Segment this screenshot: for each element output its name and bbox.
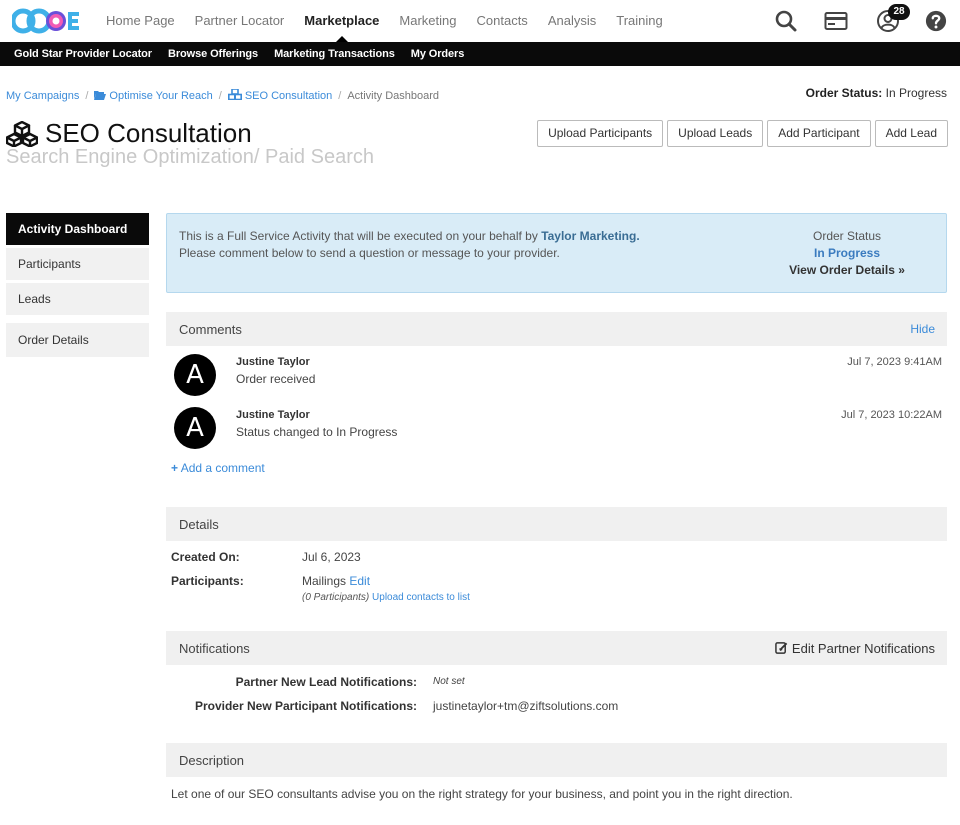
participants-count-row: (0 Participants) Upload contacts to list	[302, 592, 470, 603]
created-on-value: Jul 6, 2023	[302, 550, 361, 564]
main-nav: Home Page Partner Locator Marketplace Ma…	[96, 0, 673, 42]
service-info-text: This is a Full Service Activity that wil…	[179, 228, 640, 262]
breadcrumb-my-campaigns[interactable]: My Campaigns	[6, 90, 79, 102]
breadcrumb-optimise-your-reach[interactable]: Optimise Your Reach	[94, 89, 213, 102]
info-status-value: In Progress	[813, 246, 881, 260]
cubes-icon	[6, 121, 38, 147]
subnav-marketing-transactions[interactable]: Marketing Transactions	[274, 48, 395, 60]
avatar: A	[174, 354, 216, 396]
breadcrumb-separator: /	[85, 89, 89, 102]
add-lead-button[interactable]: Add Lead	[874, 120, 948, 147]
comment-date: Jul 7, 2023 10:22AM	[841, 409, 942, 421]
page-title: SEO Consultation	[45, 118, 252, 148]
breadcrumb-separator: /	[218, 89, 222, 102]
comment-item: A Justine Taylor Status changed to In Pr…	[166, 399, 947, 452]
side-menu: Activity Dashboard Participants Leads Or…	[6, 213, 149, 360]
comment-message: Status changed to In Progress	[236, 425, 398, 439]
upload-participants-button[interactable]: Upload Participants	[537, 120, 664, 147]
notifications-title: Notifications	[179, 641, 250, 656]
breadcrumb-activity-dashboard: Activity Dashboard	[347, 89, 440, 102]
nav-marketing[interactable]: Marketing	[399, 0, 456, 42]
view-order-details-link[interactable]: View Order Details »	[752, 262, 942, 279]
sub-navigation-bar: Gold Star Provider Locator Browse Offeri…	[0, 42, 960, 66]
info-order-status: Order Status In Progress View Order Deta…	[752, 228, 942, 279]
details-header: Details	[166, 507, 947, 541]
provider-participant-notifications-value: justinetaylor+tm@ziftsolutions.com	[433, 699, 619, 713]
edit-icon	[775, 642, 788, 654]
avatar: A	[174, 407, 216, 449]
sidemenu-participants[interactable]: Participants	[6, 248, 149, 280]
edit-participants-link[interactable]: Edit	[349, 574, 370, 588]
double-chevron-right-icon: »	[898, 263, 905, 277]
order-status-value: In Progress	[885, 86, 947, 100]
breadcrumb-separator: /	[338, 89, 342, 102]
description-title: Description	[179, 753, 245, 768]
provider-participant-notifications-label: Provider New Participant Notifications:	[194, 699, 417, 713]
participants-label: Participants:	[171, 574, 244, 588]
service-info-box: This is a Full Service Activity that wil…	[166, 213, 947, 293]
nav-analysis[interactable]: Analysis	[548, 0, 596, 42]
info-line-prefix: This is a Full Service Activity that wil…	[179, 229, 538, 243]
info-status-label: Order Status	[812, 229, 882, 243]
search-icon[interactable]	[774, 9, 798, 33]
edit-partner-notifications-label: Edit Partner Notifications	[791, 641, 935, 656]
comment-date: Jul 7, 2023 9:41AM	[847, 356, 942, 368]
add-comment-link[interactable]: + Add a comment	[171, 461, 265, 475]
comment-author: Justine Taylor	[236, 356, 310, 368]
participants-list-name: Mailings	[302, 574, 347, 588]
nav-training[interactable]: Training	[616, 0, 662, 42]
action-buttons: Upload Participants Upload Leads Add Par…	[533, 120, 948, 147]
nav-home-page[interactable]: Home Page	[106, 0, 175, 42]
comment-message: Order received	[236, 372, 316, 386]
folder-open-icon	[94, 90, 107, 100]
nav-contacts[interactable]: Contacts	[477, 0, 528, 42]
participants-count: (0 Participants)	[302, 592, 370, 603]
subnav-browse-offerings[interactable]: Browse Offerings	[168, 48, 258, 60]
breadcrumb-label: SEO Consultation	[244, 90, 333, 102]
main-content: This is a Full Service Activity that wil…	[166, 213, 947, 801]
sidemenu-leads[interactable]: Leads	[6, 283, 149, 315]
participants-value-row: Mailings Edit	[302, 574, 370, 588]
comment-item: A Justine Taylor Order received Jul 7, 2…	[166, 346, 947, 399]
edit-partner-notifications-button[interactable]: Edit Partner Notifications	[775, 641, 935, 656]
nav-marketplace[interactable]: Marketplace	[304, 0, 379, 42]
upload-leads-button[interactable]: Upload Leads	[667, 120, 764, 147]
comments-header: Comments Hide	[166, 312, 947, 346]
subnav-gold-star-provider-locator[interactable]: Gold Star Provider Locator	[14, 48, 152, 60]
details-title: Details	[179, 517, 219, 532]
created-on-label: Created On:	[171, 550, 240, 564]
partner-lead-notifications-label: Partner New Lead Notifications:	[235, 675, 417, 689]
top-navigation-bar: Home Page Partner Locator Marketplace Ma…	[0, 0, 960, 42]
order-status-header: Order Status: In Progress	[806, 86, 947, 100]
sidemenu-order-details[interactable]: Order Details	[6, 323, 149, 357]
notification-count-badge: 28	[888, 4, 910, 20]
comment-author: Justine Taylor	[236, 409, 310, 421]
upload-contacts-link[interactable]: Upload contacts to list	[372, 592, 470, 603]
breadcrumb: My Campaigns / Optimise Your Reach / SEO…	[6, 89, 439, 102]
cubes-icon	[227, 89, 242, 100]
hide-comments-link[interactable]: Hide	[910, 322, 935, 336]
breadcrumb-label: Optimise Your Reach	[109, 89, 213, 102]
order-status-label: Order Status:	[805, 86, 883, 100]
notifications-header: Notifications Edit Partner Notifications	[166, 631, 947, 665]
ccoe-logo[interactable]	[12, 5, 80, 37]
provider-name: Taylor Marketing.	[541, 229, 640, 243]
add-comment-label: Add a comment	[180, 461, 265, 475]
sidemenu-activity-dashboard[interactable]: Activity Dashboard	[6, 213, 149, 245]
nav-partner-locator[interactable]: Partner Locator	[195, 0, 285, 42]
add-participant-button[interactable]: Add Participant	[767, 120, 871, 147]
view-order-details-label: View Order Details	[789, 263, 895, 277]
partner-lead-notifications-value: Not set	[433, 676, 465, 687]
plus-icon: +	[171, 461, 179, 475]
comments-title: Comments	[179, 322, 242, 337]
help-icon[interactable]	[925, 10, 947, 32]
info-line-2: Please comment below to send a question …	[179, 246, 560, 260]
breadcrumb-seo-consultation[interactable]: SEO Consultation	[227, 89, 333, 102]
description-header: Description	[166, 743, 947, 777]
description-text: Let one of our SEO consultants advise yo…	[171, 787, 793, 801]
payment-card-icon[interactable]	[824, 9, 848, 33]
subnav-my-orders[interactable]: My Orders	[411, 48, 465, 60]
page-subtitle: Search Engine Optimization/ Paid Search	[6, 146, 374, 168]
